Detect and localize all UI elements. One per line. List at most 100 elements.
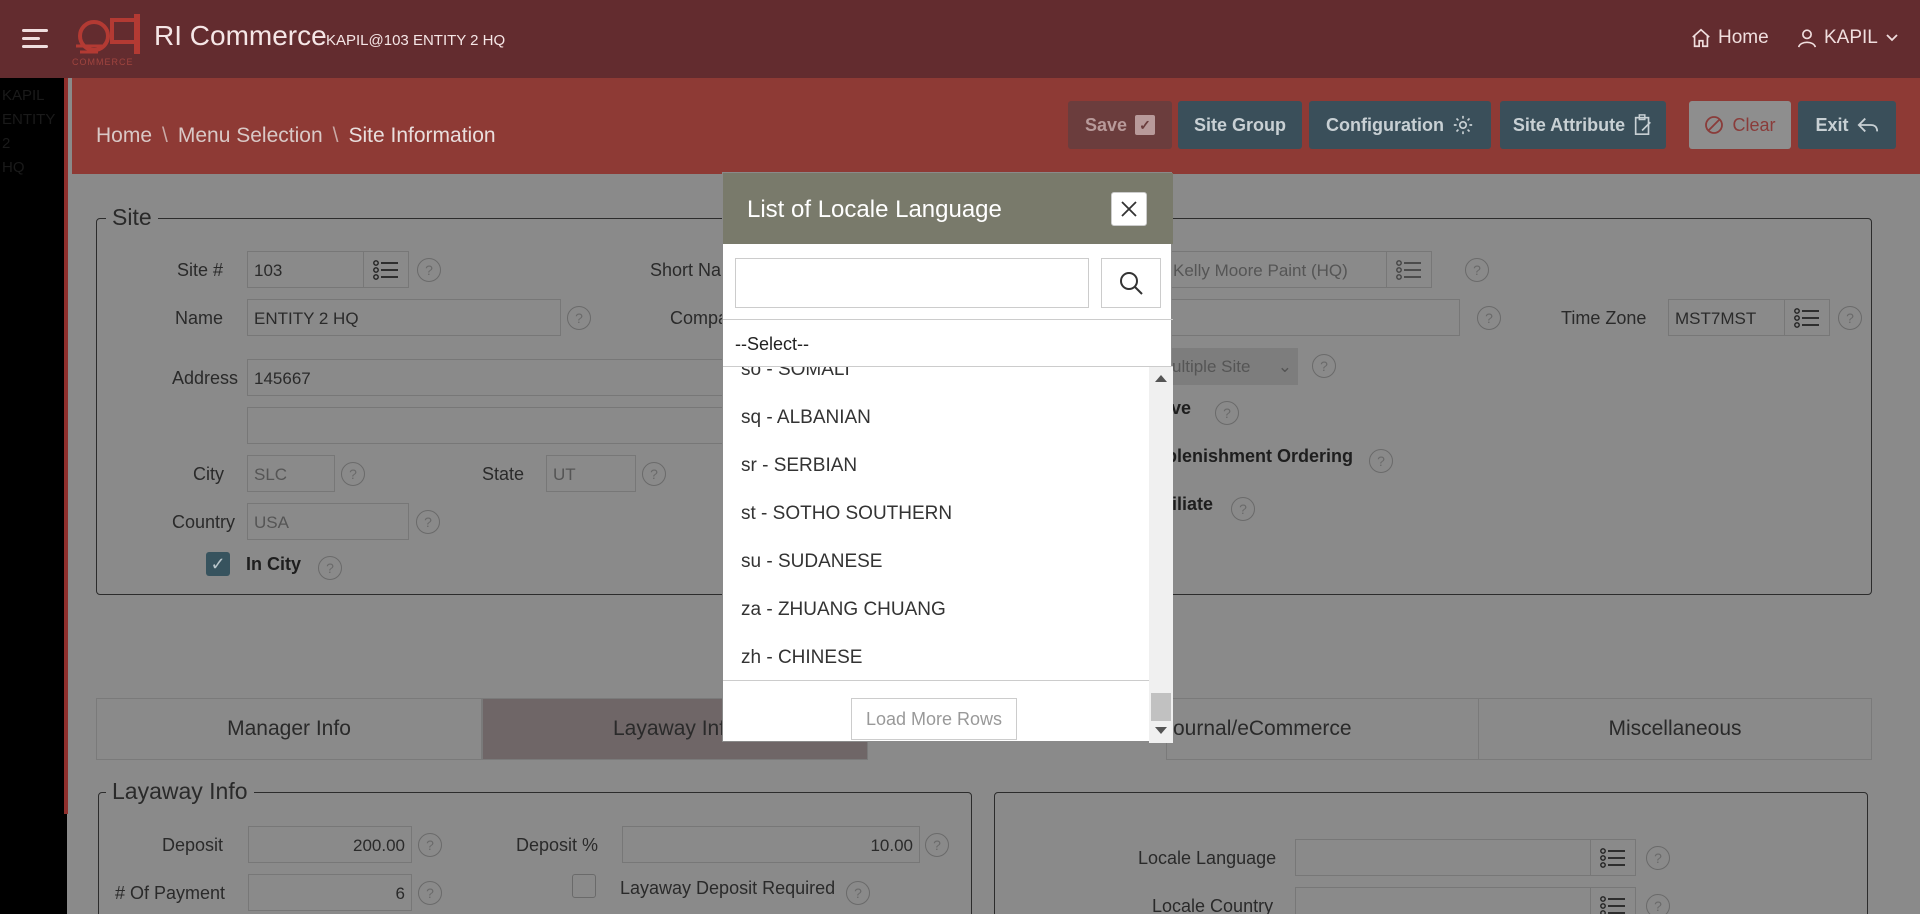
help-icon[interactable]: ? <box>1231 497 1255 521</box>
site-list-button[interactable] <box>363 251 409 288</box>
close-button[interactable] <box>1111 192 1147 226</box>
site-group-button[interactable]: Site Group <box>1178 101 1302 149</box>
replenishment-ordering-label: plenishment Ordering <box>1166 446 1354 466</box>
scroll-down-arrow[interactable] <box>1155 727 1167 734</box>
scroll-thumb[interactable] <box>1151 693 1171 721</box>
save-button[interactable]: Save ✓ <box>1068 101 1172 149</box>
home-icon <box>1692 28 1710 48</box>
breadcrumb-home[interactable]: Home <box>96 124 152 147</box>
help-icon[interactable]: ? <box>1215 401 1239 425</box>
locale-language-label: Locale Language <box>1138 848 1277 868</box>
country-field[interactable]: USA <box>247 503 409 540</box>
home-link[interactable]: Home <box>1690 27 1769 49</box>
state-field[interactable]: UT <box>546 455 636 492</box>
user-menu[interactable]: KAPIL <box>1796 27 1900 49</box>
company-list-button[interactable] <box>1386 251 1432 288</box>
tab-journal-ecommerce[interactable]: ournal/eCommerce <box>1166 698 1482 760</box>
locale-language-list-button[interactable] <box>1590 839 1636 876</box>
deposit-field[interactable]: 200.00 <box>248 826 412 863</box>
company-field[interactable]: Kelly Moore Paint (HQ) <box>1166 251 1390 288</box>
layaway-deposit-required-label: Layaway Deposit Required <box>620 878 836 898</box>
deposit-label: Deposit <box>162 835 224 855</box>
list-item[interactable]: st - SOTHO SOUTHERN <box>741 503 952 525</box>
help-icon[interactable]: ? <box>341 462 365 486</box>
menu-icon[interactable] <box>22 29 48 49</box>
payments-field[interactable]: 6 <box>248 874 412 911</box>
in-city-label: In City <box>246 554 302 574</box>
help-icon[interactable]: ? <box>1312 354 1336 378</box>
user-label: KAPIL <box>1824 27 1878 48</box>
tab-manager-info[interactable]: Manager Info <box>96 698 482 760</box>
help-icon[interactable]: ? <box>1646 846 1670 870</box>
sidebar-ghost-text: KAPIL ENTITY 2 HQ <box>2 87 56 176</box>
modal-select-option[interactable]: --Select-- <box>723 319 1173 367</box>
search-icon <box>1120 272 1143 295</box>
home-label: Home <box>1718 27 1769 48</box>
company-label: Compa <box>670 308 729 328</box>
list-icon <box>1600 847 1625 868</box>
modal-scrollbar[interactable] <box>1149 367 1173 743</box>
modal-search-button[interactable] <box>1101 258 1161 308</box>
help-icon[interactable]: ? <box>1477 306 1501 330</box>
gear-icon <box>1453 115 1473 135</box>
help-icon[interactable]: ? <box>846 881 870 905</box>
configuration-button[interactable]: Configuration <box>1309 101 1491 149</box>
breadcrumb-separator: \ <box>332 124 339 147</box>
locale-language-modal: List of Locale Language --Select-- so - … <box>722 172 1173 743</box>
site-number-field[interactable]: 103 <box>247 251 365 288</box>
exit-button[interactable]: Exit <box>1798 101 1896 149</box>
address-line2-field[interactable] <box>247 407 727 444</box>
tab-miscellaneous[interactable]: Miscellaneous <box>1478 698 1872 760</box>
list-icon <box>1794 307 1819 328</box>
left-sidebar: KAPIL ENTITY 2 HQ <box>0 78 68 914</box>
help-icon[interactable]: ? <box>567 306 591 330</box>
help-icon[interactable]: ? <box>1369 449 1393 473</box>
state-label: State <box>482 464 525 484</box>
breadcrumb-separator: \ <box>162 124 168 147</box>
time-zone-field[interactable]: MST7MST <box>1668 299 1788 336</box>
list-item[interactable]: za - ZHUANG CHUANG <box>741 599 946 621</box>
layaway-deposit-required-checkbox[interactable] <box>572 874 596 898</box>
locale-language-field[interactable] <box>1295 839 1593 876</box>
field-blank[interactable] <box>1166 299 1460 336</box>
load-more-rows-button[interactable]: Load More Rows <box>851 698 1017 740</box>
time-zone-list-button[interactable] <box>1784 299 1830 336</box>
list-item[interactable]: so - SOMALI <box>741 367 850 381</box>
modal-header: List of Locale Language <box>723 173 1173 244</box>
help-icon[interactable]: ? <box>1646 894 1670 914</box>
help-icon[interactable]: ? <box>925 833 949 857</box>
user-icon <box>1797 29 1817 48</box>
deposit-percent-field[interactable]: 10.00 <box>622 826 920 863</box>
clear-button[interactable]: Clear <box>1689 101 1791 149</box>
check-icon: ✓ <box>1135 115 1156 135</box>
help-icon[interactable]: ? <box>1838 306 1862 330</box>
address-line1-field[interactable]: 145667 <box>247 359 727 396</box>
list-item[interactable]: su - SUDANESE <box>741 551 882 573</box>
list-item[interactable]: zh - CHINESE <box>741 647 862 669</box>
modal-search-input[interactable] <box>735 258 1089 308</box>
breadcrumb: Home \ Menu Selection \ Site Information <box>96 124 496 148</box>
help-icon[interactable]: ? <box>416 510 440 534</box>
close-icon <box>1121 201 1137 217</box>
multiple-site-select[interactable]: ultiple Site ⌄ <box>1166 348 1298 385</box>
locale-country-field[interactable] <box>1295 887 1593 914</box>
city-field[interactable]: SLC <box>247 455 335 492</box>
app-title: RI Commerce <box>154 20 327 51</box>
locale-country-list-button[interactable] <box>1590 887 1636 914</box>
breadcrumb-menu-selection[interactable]: Menu Selection <box>178 124 323 147</box>
list-item[interactable]: sq - ALBANIAN <box>741 407 871 429</box>
site-attribute-button[interactable]: Site Attribute <box>1500 101 1666 149</box>
help-icon[interactable]: ? <box>418 881 442 905</box>
help-icon[interactable]: ? <box>642 462 666 486</box>
help-icon[interactable]: ? <box>1465 258 1489 282</box>
list-icon <box>1600 895 1625 914</box>
scroll-up-arrow[interactable] <box>1155 375 1167 382</box>
list-icon <box>373 259 398 280</box>
app-subtitle: KAPIL@103 ENTITY 2 HQ <box>326 32 506 49</box>
in-city-checkbox[interactable]: ✓ <box>206 552 230 576</box>
help-icon[interactable]: ? <box>318 556 342 580</box>
help-icon[interactable]: ? <box>417 258 441 282</box>
list-item[interactable]: sr - SERBIAN <box>741 455 857 477</box>
help-icon[interactable]: ? <box>418 833 442 857</box>
name-field[interactable]: ENTITY 2 HQ <box>247 299 561 336</box>
